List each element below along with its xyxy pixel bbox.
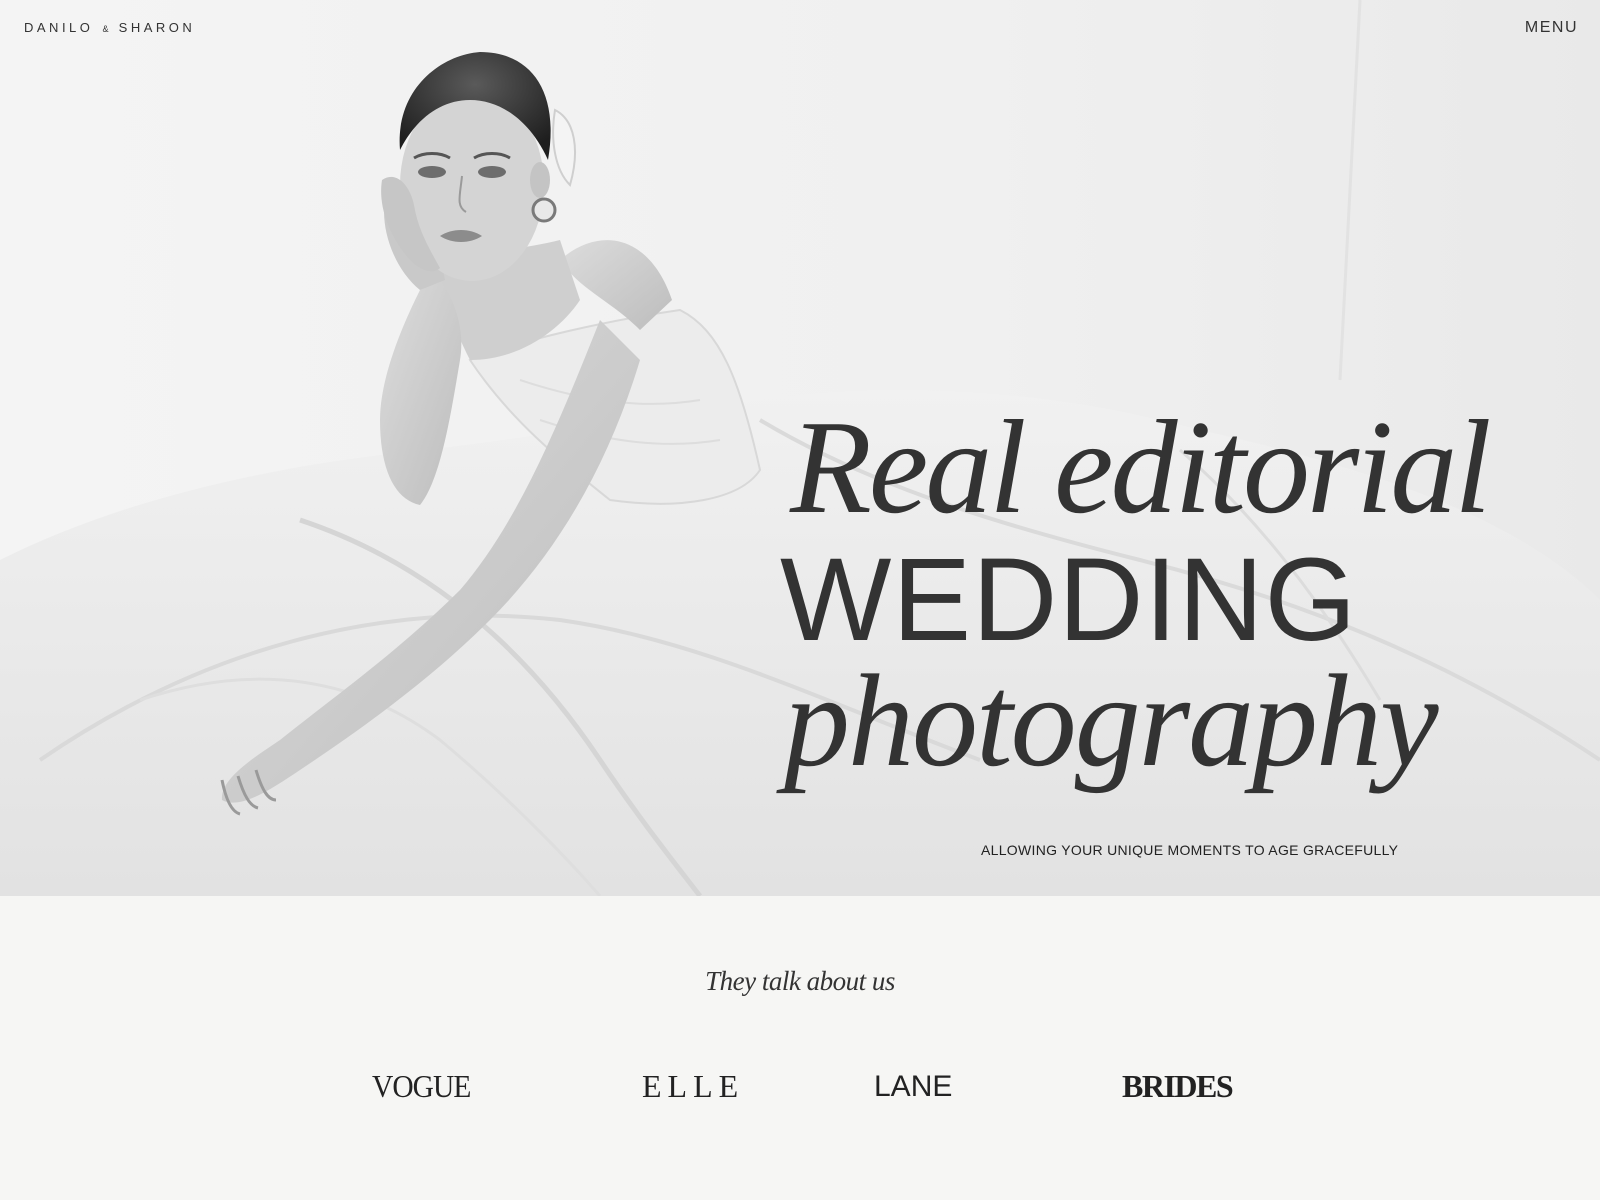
brand-name-right: SHARON (118, 20, 196, 35)
menu-button[interactable]: MENU (1525, 19, 1578, 37)
lane-logo[interactable]: LANE (874, 1070, 952, 1104)
press-title: They talk about us (705, 966, 895, 996)
headline-line-2: WEDDING (780, 534, 1358, 666)
headline-line-1: Real editorial (790, 393, 1492, 541)
press-section: They talk about us VOGUE ELLE LANE BRIDE… (0, 896, 1600, 1200)
hero-tagline: ALLOWING YOUR UNIQUE MOMENTS TO AGE GRAC… (981, 842, 1399, 858)
brand-logo[interactable]: DANILO & SHARON (24, 20, 195, 35)
brides-logo[interactable]: BRIDES (1122, 1068, 1234, 1105)
hero-headline: Real editorial WEDDING photography (780, 393, 1540, 794)
hero-section: DANILO & SHARON MENU Real editorial WEDD… (0, 0, 1600, 896)
brand-name-left: DANILO (24, 20, 94, 35)
headline-line-3: photography (784, 647, 1439, 794)
brand-ampersand: & (102, 24, 110, 34)
vogue-logo[interactable]: VOGUE (372, 1068, 471, 1105)
press-logos: VOGUE ELLE LANE BRIDES (0, 1068, 1600, 1108)
elle-logo[interactable]: ELLE (642, 1068, 744, 1105)
